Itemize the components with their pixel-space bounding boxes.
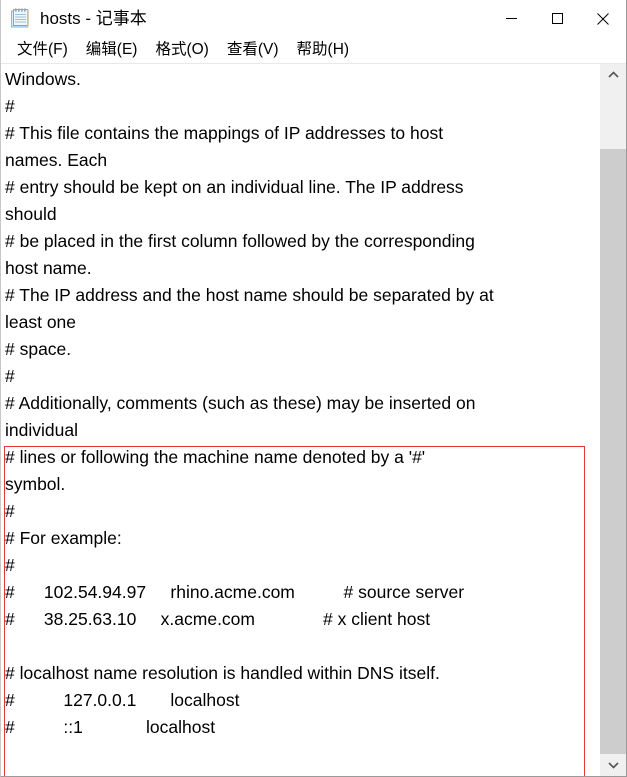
editor-line: should (5, 204, 57, 224)
window-title: hosts - 记事本 (40, 9, 147, 28)
editor-line: individual (5, 420, 78, 440)
editor-line: # be placed in the first column followed… (5, 231, 475, 251)
notepad-window: hosts - 记事本 文件(F) 编辑(E) 格式(O) 查看(V) 帮助(H… (0, 0, 627, 777)
minimize-button[interactable] (488, 0, 534, 37)
menu-bar: 文件(F) 编辑(E) 格式(O) 查看(V) 帮助(H) (1, 37, 626, 64)
editor-line: # This file contains the mappings of IP … (5, 123, 444, 143)
menu-item-edit[interactable]: 编辑(E) (77, 42, 147, 58)
editor-line: # entry should be kept on an individual … (5, 177, 464, 197)
editor-line: # 127.0.0.1 localhost (5, 690, 240, 710)
menu-item-view[interactable]: 查看(V) (218, 42, 288, 58)
scroll-track[interactable] (600, 86, 626, 754)
editor-line: symbol. (5, 474, 66, 494)
editor-line: # lines or following the machine name de… (5, 447, 426, 467)
maximize-button[interactable] (534, 0, 580, 37)
menu-item-format[interactable]: 格式(O) (146, 42, 217, 58)
text-editor[interactable]: Windows. # # This file contains the mappin… (1, 64, 599, 776)
editor-line: # (5, 501, 15, 521)
scroll-up-button[interactable] (600, 64, 626, 86)
menu-item-help[interactable]: 帮助(H) (288, 42, 359, 58)
editor-line: host name. (5, 258, 92, 278)
editor-line: names. Each (5, 150, 108, 170)
editor-line: # space. (5, 339, 72, 359)
editor-line: # localhost name resolution is handled w… (5, 663, 440, 683)
notepad-icon (10, 8, 30, 29)
scroll-down-button[interactable] (600, 754, 626, 776)
editor-line: least one (5, 312, 77, 332)
editor-line: # Additionally, comments (such as these)… (5, 393, 476, 413)
editor-line: # (5, 96, 15, 116)
editor-line: # (5, 555, 15, 575)
editor-line: # The IP address and the host name shoul… (5, 285, 494, 305)
title-bar[interactable]: hosts - 记事本 (1, 0, 626, 37)
editor-line: # ::1 localhost (5, 717, 216, 737)
title-bar-left: hosts - 记事本 (1, 8, 488, 29)
editor-line: # 102.54.94.97 rhino.acme.com # source s… (5, 582, 465, 602)
editor-line: # For example: (5, 528, 122, 548)
close-button[interactable] (580, 0, 626, 37)
scroll-thumb[interactable] (600, 149, 626, 754)
window-controls (488, 0, 626, 37)
menu-item-file[interactable]: 文件(F) (8, 42, 77, 58)
editor-area: Windows. # # This file contains the mappin… (1, 64, 626, 776)
editor-line: # (5, 366, 15, 386)
editor-line: Windows. (5, 69, 81, 89)
vertical-scrollbar[interactable] (599, 64, 626, 776)
editor-line: # 38.25.63.10 x.acme.com # x client host (5, 609, 431, 629)
